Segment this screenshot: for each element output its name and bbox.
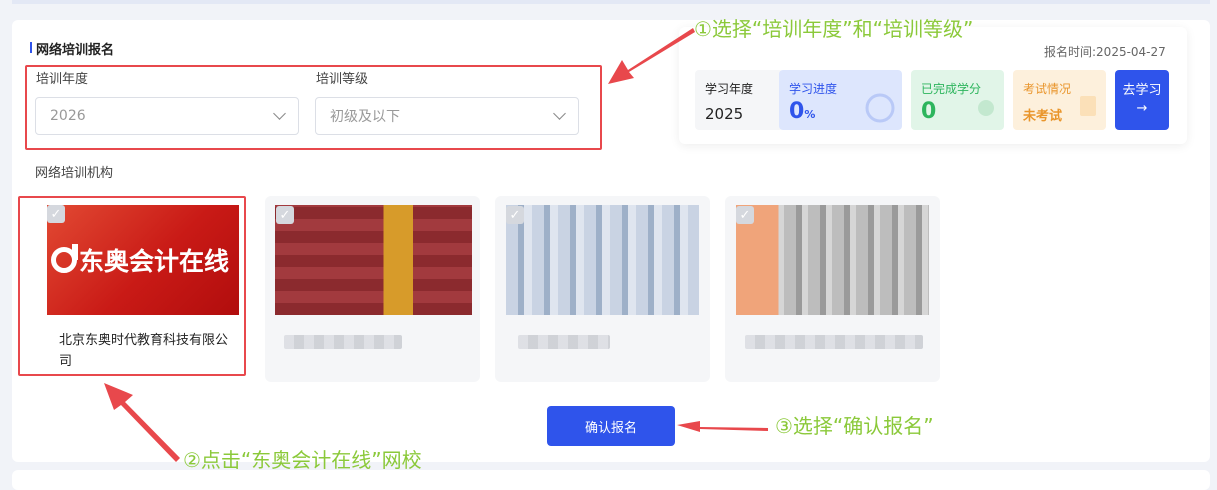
annotation-step2: ②点击“东奥会计在线”网校: [183, 448, 422, 472]
annotation-step3: ③选择“确认报名”: [775, 414, 934, 438]
annotation-arrow-2: [104, 383, 180, 462]
annotation-arrow-1: [608, 28, 695, 84]
annotation-step1: ①选择“培训年度”和“培训等级”: [694, 17, 974, 41]
annotation-arrow-3: [677, 421, 768, 432]
annotation-arrows: [104, 28, 768, 462]
